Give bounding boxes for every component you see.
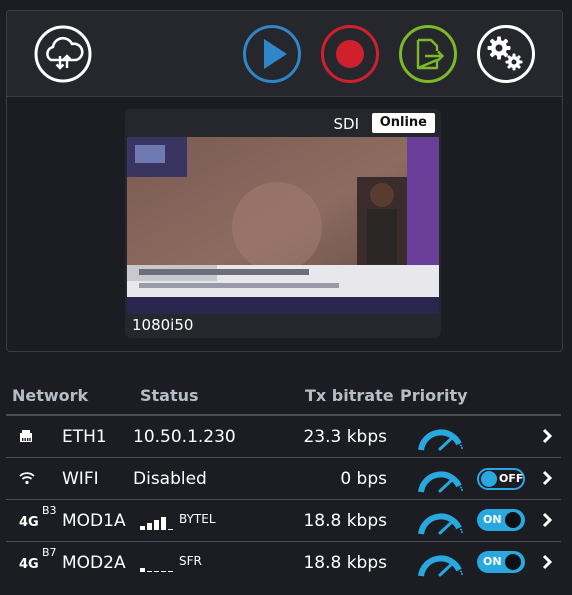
wifi-icon	[19, 472, 35, 485]
toggle-knob	[505, 554, 521, 570]
resolution-label: 1080i50	[132, 316, 194, 334]
mod2a-toggle[interactable]: ON	[477, 551, 525, 573]
priority-gauge-icon[interactable]	[416, 507, 464, 537]
tx-bitrate: 23.3 kbps	[303, 427, 387, 447]
toggle-label: ON	[483, 555, 502, 568]
network-band: B3	[42, 504, 57, 517]
priority-gauge-icon[interactable]	[416, 549, 464, 579]
network-name: MOD1A	[62, 511, 126, 531]
toggle-label: OFF	[499, 472, 524, 485]
network-status: 10.50.1.230	[133, 427, 236, 447]
record-icon	[321, 25, 379, 83]
ethernet-icon	[20, 430, 32, 442]
table-row[interactable]: 4G B7 MOD2A SFR 18.8 kbps ON	[6, 542, 561, 583]
header-tx-bitrate: Tx bitrate	[305, 386, 394, 405]
video-thumbnail	[127, 137, 439, 314]
priority-gauge-icon[interactable]	[416, 423, 464, 453]
network-tech: 4G	[19, 515, 39, 530]
status-badge: Online	[371, 113, 435, 133]
toggle-label: ON	[483, 513, 502, 526]
priority-gauge-icon[interactable]	[416, 465, 464, 495]
toggle-knob	[481, 471, 497, 487]
chevron-right-icon[interactable]	[540, 512, 554, 528]
settings-gears-icon	[477, 25, 535, 83]
chevron-right-icon[interactable]	[540, 428, 554, 444]
table-row[interactable]: ETH1 10.50.1.230 23.3 kbps	[6, 416, 561, 458]
settings-button[interactable]	[476, 24, 536, 84]
tx-bitrate: 18.8 kbps	[303, 553, 387, 573]
table-row[interactable]: WIFI Disabled 0 bps OFF	[6, 458, 561, 500]
header-status: Status	[140, 386, 199, 405]
export-file-icon	[399, 25, 457, 83]
signal-bars-icon	[140, 568, 173, 572]
carrier-name: SFR	[179, 554, 202, 568]
chevron-right-icon[interactable]	[540, 470, 554, 486]
mod1a-toggle[interactable]: ON	[477, 509, 525, 531]
cloud-transfer-button[interactable]	[33, 24, 93, 84]
wifi-toggle[interactable]: OFF	[477, 468, 525, 490]
record-button[interactable]	[320, 24, 380, 84]
network-status: Disabled	[133, 469, 207, 489]
carrier-name: BYTEL	[179, 512, 216, 526]
cloud-transfer-icon	[34, 25, 92, 83]
network-table: Network Status Tx bitrate Priority ETH1 …	[6, 380, 561, 583]
header-priority: Priority	[400, 386, 468, 405]
network-band: B7	[42, 546, 57, 559]
network-name: ETH1	[62, 427, 107, 447]
header-network: Network	[12, 386, 89, 405]
video-preview[interactable]: SDI Online 1080i50	[125, 109, 441, 338]
table-row[interactable]: 4G B3 MOD1A BYTEL 18.8 kbps ON	[6, 500, 561, 542]
network-tech: 4G	[19, 557, 39, 572]
export-button[interactable]	[398, 24, 458, 84]
signal-bars-icon	[140, 517, 173, 530]
tx-bitrate: 18.8 kbps	[303, 511, 387, 531]
toggle-knob	[505, 512, 521, 528]
network-name: WIFI	[62, 469, 99, 489]
tx-bitrate: 0 bps	[340, 469, 387, 489]
table-header: Network Status Tx bitrate Priority	[6, 380, 561, 416]
play-button[interactable]	[242, 24, 302, 84]
toolbar	[7, 11, 562, 97]
network-name: MOD2A	[62, 553, 126, 573]
play-icon	[243, 25, 301, 83]
chevron-right-icon[interactable]	[540, 554, 554, 570]
source-label: SDI	[333, 115, 360, 133]
